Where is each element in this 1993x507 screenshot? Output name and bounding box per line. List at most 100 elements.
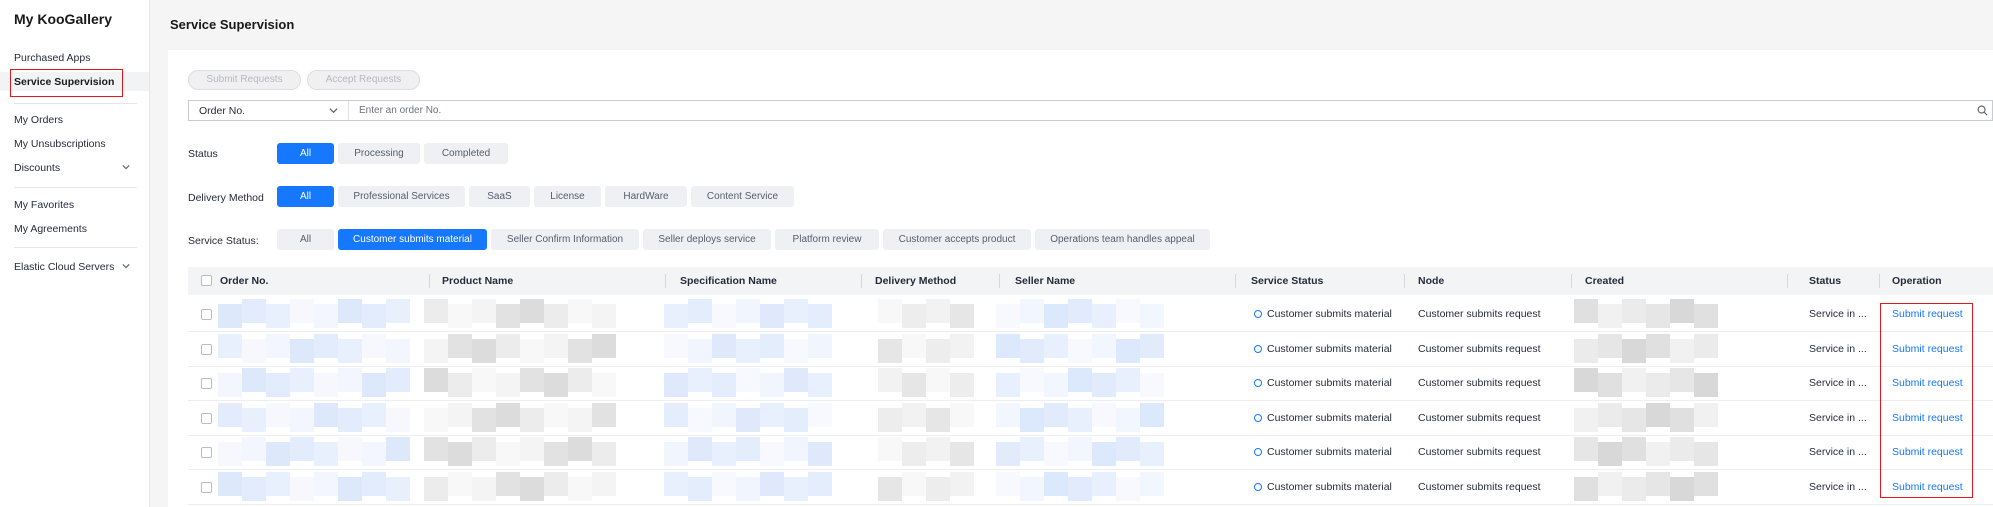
redacted-cell: [1646, 373, 1670, 397]
sidebar-item-my-agreements[interactable]: My Agreements: [14, 223, 87, 235]
redacted-cell: [424, 477, 448, 501]
redacted-cell: [996, 334, 1020, 358]
redacted-cell: [362, 403, 386, 427]
redacted-cell: [1140, 472, 1164, 496]
redacted-cell: [712, 403, 736, 427]
redacted-cell: [902, 304, 926, 328]
redacted-cell: [544, 442, 568, 466]
search-icon[interactable]: [1977, 105, 1988, 116]
status-filter-processing[interactable]: Processing: [338, 143, 420, 164]
service-status-filter-platform-review[interactable]: Platform review: [775, 229, 879, 250]
column-header-service-status: Service Status: [1251, 275, 1324, 287]
redacted-cell: [736, 477, 760, 501]
redacted-cell: [472, 299, 496, 323]
redacted-cell: [242, 437, 266, 461]
redacted-cell: [712, 304, 736, 328]
redacted-cell: [520, 368, 544, 392]
redacted-cell: [808, 304, 832, 328]
redacted-cell: [688, 339, 712, 363]
redacted-cell: [448, 334, 472, 358]
service-status-filter-operations-team-handles-appeal[interactable]: Operations team handles appeal: [1035, 229, 1210, 250]
accept-requests-button[interactable]: Accept Requests: [307, 70, 420, 90]
chevron-down-icon: [329, 108, 338, 114]
redacted-cell: [1598, 442, 1622, 466]
sidebar-item-my-unsubscriptions[interactable]: My Unsubscriptions: [14, 138, 106, 150]
redacted-cell: [1020, 408, 1044, 432]
service-status-filter-all[interactable]: All: [277, 229, 334, 250]
column-header-status: Status: [1809, 275, 1842, 287]
redacted-cell: [902, 472, 926, 496]
sidebar-item-discounts[interactable]: Discounts: [14, 162, 60, 174]
redacted-cell: [266, 472, 290, 496]
redacted-cell: [496, 403, 520, 427]
redacted-cell: [950, 334, 974, 358]
redacted-cell: [568, 408, 592, 432]
sidebar-item-elastic-cloud-servers[interactable]: Elastic Cloud Servers: [14, 261, 114, 273]
table-row: Customer submits material Customer submit…: [188, 435, 1993, 470]
status-cell: Service in ...: [1809, 308, 1867, 320]
redacted-cell: [760, 442, 784, 466]
redacted-cell: [520, 299, 544, 323]
chevron-down-icon[interactable]: [122, 262, 130, 270]
redacted-cell: [338, 408, 362, 432]
service-status-filter-customer-accepts-product[interactable]: Customer accepts product: [883, 229, 1031, 250]
row-checkbox[interactable]: [201, 378, 212, 389]
status-cell: Service in ...: [1809, 412, 1867, 424]
status-cell: Service in ...: [1809, 446, 1867, 458]
sidebar-item-purchased-apps[interactable]: Purchased Apps: [14, 52, 90, 64]
delivery-filter-saas[interactable]: SaaS: [469, 186, 530, 207]
redacted-cell: [242, 368, 266, 392]
redacted-cell: [996, 403, 1020, 427]
delivery-filter-all[interactable]: All: [277, 186, 334, 207]
delivery-filter-professional-services[interactable]: Professional Services: [338, 186, 465, 207]
search-field-select[interactable]: Order No.: [189, 101, 349, 120]
delivery-filter-hardware[interactable]: HardWare: [605, 186, 687, 207]
redacted-cell: [1622, 299, 1646, 323]
redacted-cell: [736, 299, 760, 323]
redacted-cell: [1044, 442, 1068, 466]
status-circle-icon: [1254, 345, 1262, 353]
delivery-filter-content-service[interactable]: Content Service: [691, 186, 794, 207]
sidebar-item-my-favorites[interactable]: My Favorites: [14, 199, 74, 211]
redacted-cell: [1694, 304, 1718, 328]
redacted-cell: [1646, 472, 1670, 496]
row-checkbox[interactable]: [201, 309, 212, 320]
redacted-cell: [996, 373, 1020, 397]
redacted-cell: [1068, 299, 1092, 323]
service-status-filter-customer-submits-material[interactable]: Customer submits material: [338, 229, 487, 250]
node-cell: Customer submits request: [1418, 308, 1541, 320]
redacted-cell: [1694, 442, 1718, 466]
redacted-cell: [1598, 472, 1622, 496]
service-status-filter-seller-confirm-information[interactable]: Seller Confirm Information: [491, 229, 639, 250]
order-search-input[interactable]: [359, 104, 1959, 117]
service-status-cell: Customer submits material: [1267, 377, 1392, 389]
redacted-cell: [1622, 477, 1646, 501]
row-checkbox[interactable]: [201, 482, 212, 493]
row-checkbox[interactable]: [201, 447, 212, 458]
chevron-down-icon[interactable]: [122, 163, 130, 171]
redacted-cell: [1140, 304, 1164, 328]
redacted-cell: [592, 304, 616, 328]
redacted-cell: [568, 339, 592, 363]
select-all-checkbox[interactable]: [201, 275, 212, 286]
service-status-filter-seller-deploys-service[interactable]: Seller deploys service: [643, 229, 771, 250]
row-checkbox[interactable]: [201, 344, 212, 355]
delivery-filter-license[interactable]: License: [534, 186, 601, 207]
submit-requests-button[interactable]: Submit Requests: [188, 70, 301, 90]
redacted-cell: [266, 304, 290, 328]
redacted-cell: [520, 437, 544, 461]
status-filter-completed[interactable]: Completed: [424, 143, 508, 164]
redacted-cell: [760, 472, 784, 496]
redacted-cell: [878, 477, 902, 501]
redacted-cell: [424, 408, 448, 432]
redacted-cell: [664, 403, 688, 427]
redacted-cell: [496, 304, 520, 328]
sidebar-divider: [14, 247, 137, 248]
redacted-cell: [1646, 304, 1670, 328]
redacted-cell: [218, 373, 242, 397]
status-filter-all[interactable]: All: [277, 143, 334, 164]
sidebar-item-my-orders[interactable]: My Orders: [14, 114, 63, 126]
row-checkbox[interactable]: [201, 413, 212, 424]
redacted-cell: [926, 408, 950, 432]
redacted-cell: [902, 334, 926, 358]
